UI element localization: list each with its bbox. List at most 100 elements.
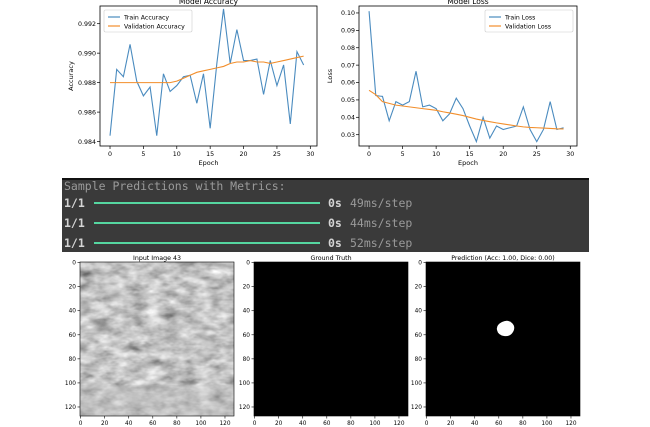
image-title: Prediction (Acc: 1.00, Dice: 0.00)	[451, 255, 555, 262]
y-tick-label: 0	[72, 261, 76, 267]
y-tick-label: 0.990	[78, 50, 96, 57]
y-tick-label: 120	[239, 405, 250, 411]
x-tick-label: 10	[432, 151, 440, 158]
x-tick-label: 15	[466, 151, 474, 158]
x-tick-label: 80	[173, 421, 181, 427]
y-tick-label: 20	[415, 285, 423, 291]
x-tick-label: 0	[108, 151, 112, 158]
x-tick-label: 40	[299, 421, 307, 427]
progress-bar	[94, 222, 320, 224]
legend-label: Train Accuracy	[123, 14, 169, 21]
x-tick-label: 80	[519, 421, 527, 427]
console-header: Sample Predictions with Metrics:	[64, 179, 286, 193]
y-tick-label: 60	[243, 333, 251, 339]
training-charts-svg: Model Accuracy 0 5 10 15 20 25 30 0.984 0.986 0.98…	[67, 0, 578, 167]
y-tick-label: 0	[418, 261, 422, 267]
x-tick-label: 100	[541, 421, 552, 427]
chart-legend: Train Accuracy Validation Accuracy	[103, 9, 193, 33]
legend-label: Validation Loss	[505, 23, 551, 30]
y-tick-label: 100	[65, 381, 76, 387]
y-tick-label: 0	[246, 261, 250, 267]
step-counter: 1/1	[64, 236, 85, 250]
step-counter: 1/1	[64, 196, 85, 210]
y-tick-label: 0.988	[78, 80, 96, 87]
chart-0: Model Accuracy 0 5 10 15 20 25 30 0.984 0.986 0.98…	[67, 0, 318, 167]
chart-1: Model Loss 0 5 10 15 20 25 30 0.03 0.04 0.05 0.06 0.…	[326, 0, 578, 167]
chart-title: Model Loss	[447, 0, 488, 6]
prediction-images-svg: Input Image 43 0 0 20 20 40 40 60 60 80 80 100 100 12…	[65, 255, 581, 427]
elapsed-time: 0s	[328, 196, 342, 210]
legend-label: Train Loss	[504, 14, 535, 21]
y-tick-label: 20	[243, 285, 251, 291]
x-tick-label: 0	[425, 421, 429, 427]
x-tick-label: 0	[79, 421, 83, 427]
progress-bar	[94, 202, 320, 204]
image-title: Input Image 43	[133, 255, 181, 262]
x-tick-label: 120	[565, 421, 576, 427]
console-output: Sample Predictions with Metrics: 1/1 0s 49…	[62, 178, 589, 252]
x-tick-label: 20	[275, 421, 283, 427]
x-tick-label: 20	[499, 151, 507, 158]
y-tick-label: 120	[65, 405, 76, 411]
y-tick-label: 0.03	[341, 132, 355, 139]
sample-predictions-figure: Input Image 43 0 0 20 20 40 40 60 60 80 80 100 100 12…	[62, 252, 589, 427]
time-per-step: 49ms/step	[350, 196, 413, 210]
legend-label: Validation Accuracy	[124, 23, 185, 30]
time-per-step: 52ms/step	[350, 236, 413, 250]
x-tick-label: 40	[471, 421, 479, 427]
series-line-validation-loss	[368, 89, 564, 130]
elapsed-time: 0s	[328, 216, 342, 230]
y-tick-label: 0.09	[341, 28, 355, 35]
y-tick-label: 120	[411, 405, 422, 411]
x-tick-label: 60	[323, 421, 331, 427]
console-progress-row: 1/1 0s 49ms/step	[62, 196, 589, 212]
image-panel-1: Ground Truth 0 0 20 20 40 40 60 60 80 80 100 100 120 1…	[239, 255, 409, 427]
y-tick-label: 0.992	[78, 21, 96, 28]
x-tick-label: 0	[253, 421, 257, 427]
console-progress-row: 1/1 0s 52ms/step	[62, 236, 589, 252]
y-tick-label: 0.06	[341, 80, 355, 87]
x-tick-label: 120	[393, 421, 404, 427]
y-tick-label: 0.986	[78, 109, 96, 116]
x-tick-label: 40	[125, 421, 133, 427]
x-tick-label: 30	[306, 151, 314, 158]
y-tick-label: 0.05	[341, 97, 355, 104]
console-progress-row: 1/1 0s 44ms/step	[62, 216, 589, 232]
x-tick-label: 25	[273, 151, 281, 158]
x-tick-label: 5	[401, 151, 405, 158]
x-tick-label: 25	[533, 151, 541, 158]
x-tick-label: 5	[141, 151, 145, 158]
y-tick-label: 40	[415, 309, 423, 315]
y-tick-label: 100	[411, 381, 422, 387]
x-tick-label: 100	[369, 421, 380, 427]
x-tick-label: 60	[149, 421, 157, 427]
y-tick-label: 60	[69, 333, 77, 339]
image-panel-0: Input Image 43 0 0 20 20 40 40 60 60 80 80 100 100 12…	[65, 255, 235, 427]
x-axis-label: Epoch	[199, 159, 219, 167]
progress-bar	[94, 242, 320, 244]
y-tick-label: 0.07	[341, 62, 355, 69]
training-history-figure: Model Accuracy 0 5 10 15 20 25 30 0.984 0.986 0.98…	[62, 0, 589, 178]
x-tick-label: 20	[447, 421, 455, 427]
x-tick-label: 30	[566, 151, 574, 158]
x-tick-label: 120	[219, 421, 230, 427]
y-tick-label: 100	[239, 381, 250, 387]
image-panel-2: Prediction (Acc: 1.00, Dice: 0.00) 0 0 20 20…	[411, 255, 581, 427]
y-tick-label: 80	[415, 357, 423, 363]
mask-background	[426, 262, 580, 416]
x-axis-label: Epoch	[458, 159, 478, 167]
image-title: Ground Truth	[310, 255, 351, 262]
y-tick-label: 0.08	[341, 45, 355, 52]
x-tick-label: 100	[195, 421, 206, 427]
y-tick-label: 0.04	[341, 115, 355, 122]
step-counter: 1/1	[64, 216, 85, 230]
y-tick-label: 20	[69, 285, 77, 291]
input-image-bright-band	[80, 385, 234, 416]
x-tick-label: 60	[495, 421, 503, 427]
chart-title: Model Accuracy	[179, 0, 239, 6]
y-tick-label: 60	[415, 333, 423, 339]
x-tick-label: 0	[367, 151, 371, 158]
y-tick-label: 80	[243, 357, 251, 363]
y-tick-label: 0.10	[341, 10, 355, 17]
y-tick-label: 80	[69, 357, 77, 363]
